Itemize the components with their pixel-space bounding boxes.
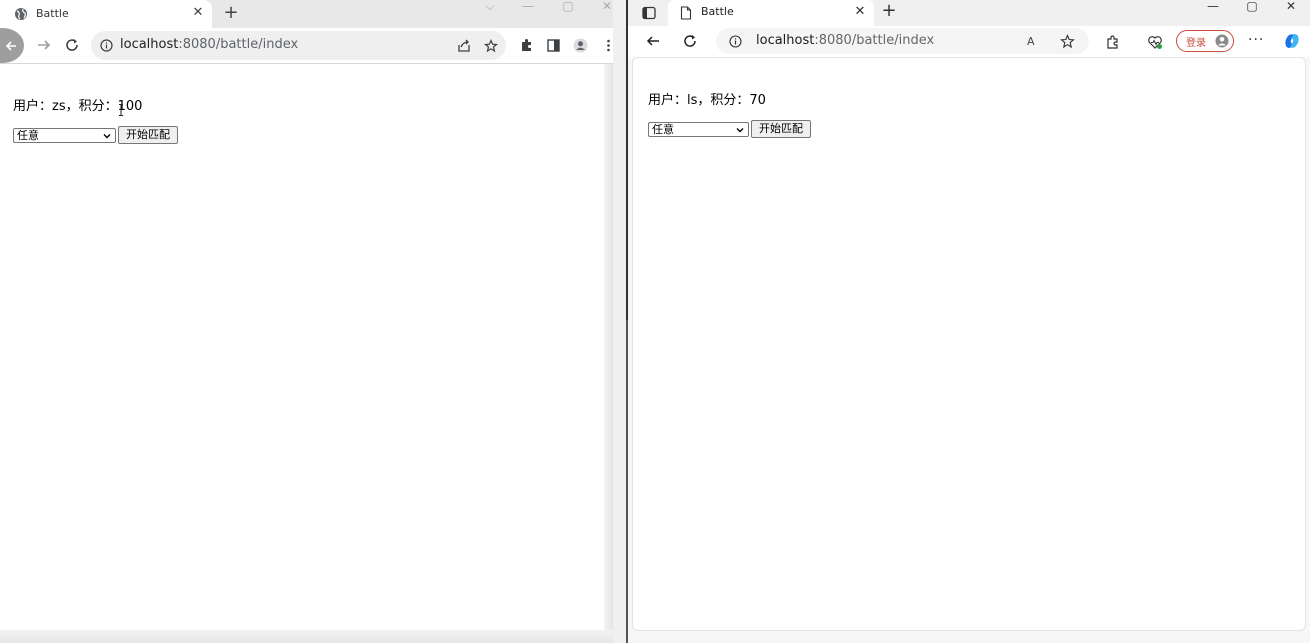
puzzle-icon[interactable] [519, 38, 534, 53]
window-close-icon[interactable]: ✕ [1281, 0, 1301, 12]
right-match-mode-select[interactable]: 任意 [648, 122, 749, 137]
right-tab-battle[interactable]: Battle ✕ [668, 0, 874, 26]
side-panel-icon[interactable] [546, 38, 561, 53]
right-user-score: 用户：ls，积分：70 [648, 93, 766, 108]
avatar [1215, 34, 1229, 48]
login-label: 登录 [1186, 38, 1206, 49]
window-close-icon[interactable]: ✕ [595, 0, 613, 12]
left-page-content: 用户：zs，积分：100 任意 开始匹配 [0, 64, 605, 630]
right-tab-strip: Battle ✕ + — ▢ ✕ [628, 0, 1310, 26]
left-window-edge [604, 64, 613, 643]
left-window-bottom [0, 630, 613, 643]
left-match-mode-select[interactable]: 任意 [13, 128, 116, 143]
info-icon[interactable] [100, 39, 113, 52]
url-path: :8080/battle/index [178, 37, 299, 52]
back-button[interactable] [0, 28, 24, 63]
arrow-left-icon [5, 41, 16, 51]
read-aloud-icon[interactable]: A [1027, 34, 1042, 49]
reload-icon[interactable] [682, 33, 698, 49]
window-divider [613, 0, 628, 643]
tab-actions-icon[interactable] [642, 6, 656, 20]
star-icon[interactable] [484, 39, 498, 53]
left-tab-battle[interactable]: Battle ✕ [0, 0, 212, 28]
left-tab-title: Battle [36, 7, 69, 20]
right-browser-window: Battle ✕ + — ▢ ✕ localhost:8080/battle/i… [628, 0, 1310, 643]
left-start-match-button[interactable]: 开始匹配 [118, 126, 178, 144]
left-tab-strip: Battle ✕ + ⌵ — ▢ ✕ [0, 0, 613, 28]
right-url: localhost:8080/battle/index [756, 33, 934, 48]
tab-search-icon[interactable]: ⌵ [478, 0, 502, 12]
chevron-down-icon [103, 134, 111, 139]
arrow-right-icon[interactable] [36, 37, 52, 53]
puzzle-icon[interactable] [1105, 34, 1121, 50]
maximize-icon[interactable]: ▢ [1242, 0, 1262, 12]
login-button[interactable]: 登录 [1176, 30, 1234, 52]
copilot-icon[interactable] [1282, 31, 1302, 51]
right-address-bar[interactable]: localhost:8080/battle/index A [716, 28, 1089, 54]
select-value: 任意 [17, 129, 39, 142]
maximize-icon[interactable]: ▢ [556, 0, 580, 12]
left-toolbar: localhost:8080/battle/index [0, 28, 613, 64]
left-address-bar[interactable]: localhost:8080/battle/index [91, 31, 506, 60]
url-host: localhost [120, 37, 179, 52]
text-cursor-icon [119, 104, 123, 116]
profile-icon[interactable] [573, 38, 588, 53]
new-tab-icon[interactable]: + [879, 1, 899, 21]
select-value: 任意 [652, 123, 674, 136]
close-icon[interactable]: ✕ [852, 4, 868, 20]
star-icon[interactable] [1060, 34, 1075, 49]
url-path: :8080/battle/index [814, 33, 935, 48]
right-start-match-button[interactable]: 开始匹配 [751, 120, 811, 138]
document-icon [680, 6, 692, 20]
more-options-icon[interactable]: ··· [1248, 33, 1264, 47]
right-toolbar: localhost:8080/battle/index A 登录 ··· [628, 26, 1310, 57]
health-icon[interactable] [1147, 34, 1163, 50]
reload-icon[interactable] [64, 37, 80, 53]
right-page-content: 用户：ls，积分：70 任意 开始匹配 [632, 57, 1306, 631]
minimize-icon[interactable]: — [1203, 0, 1223, 12]
globe-icon [15, 8, 27, 20]
kebab-menu-icon[interactable] [601, 38, 613, 53]
url-host: localhost [756, 33, 815, 48]
share-icon[interactable] [457, 39, 471, 53]
info-icon[interactable] [729, 35, 742, 48]
right-tab-title: Battle [701, 5, 734, 18]
new-tab-icon[interactable]: + [221, 3, 241, 23]
left-url: localhost:8080/battle/index [120, 37, 298, 52]
left-browser-window: Battle ✕ + ⌵ — ▢ ✕ localhost:8080/battle… [0, 0, 613, 643]
minimize-icon[interactable]: — [516, 0, 540, 12]
chevron-down-icon [736, 128, 744, 133]
close-icon[interactable]: ✕ [190, 5, 206, 21]
arrow-left-icon[interactable] [645, 33, 661, 49]
